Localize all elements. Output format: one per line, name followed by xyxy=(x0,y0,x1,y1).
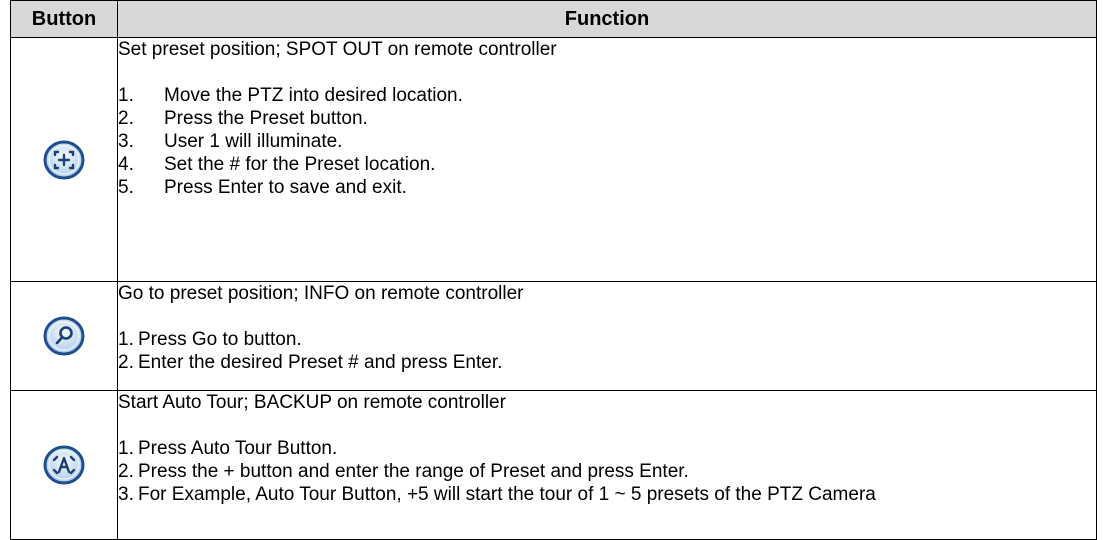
list-item: 2. Enter the desired Preset # and press E… xyxy=(118,352,503,373)
function-cell: Go to preset position; INFO on remote co… xyxy=(117,281,1097,391)
button-cell xyxy=(10,37,118,282)
table-row: Set preset position; SPOT OUT on remote … xyxy=(10,37,1097,282)
document-page: Button Function Set preset position; SPO… xyxy=(0,0,1109,540)
function-description: Start Auto Tour; BACKUP on remote contro… xyxy=(118,392,506,413)
auto-tour-icon xyxy=(42,443,86,487)
header-button: Button xyxy=(10,0,118,38)
function-description: Set preset position; SPOT OUT on remote … xyxy=(118,39,557,60)
list-item: 3. For Example, Auto Tour Button, +5 will… xyxy=(118,484,876,505)
list-item: 3. User 1 will illuminate. xyxy=(118,131,343,152)
list-item: 1. Press Auto Tour Button. xyxy=(118,438,338,459)
preset-goto-icon xyxy=(42,314,86,358)
list-item: 1. Press Go to button. xyxy=(118,329,302,350)
function-cell: Set preset position; SPOT OUT on remote … xyxy=(117,37,1097,282)
list-item: 1. Move the PTZ into desired location. xyxy=(118,85,463,106)
preset-set-icon xyxy=(42,138,86,182)
button-cell xyxy=(10,390,118,540)
steps-list: 1. Move the PTZ into desired location. 2.… xyxy=(118,84,1096,199)
function-cell: Start Auto Tour; BACKUP on remote contro… xyxy=(117,390,1097,540)
steps-list: 1. Press Auto Tour Button. 2. Press the + … xyxy=(118,437,1096,506)
function-description: Go to preset position; INFO on remote co… xyxy=(118,283,524,304)
table-header-row: Button Function xyxy=(10,0,1097,38)
header-function: Function xyxy=(117,0,1097,38)
button-cell xyxy=(10,281,118,391)
list-item: 4. Set the # for the Preset location. xyxy=(118,154,436,175)
button-function-table: Button Function Set preset position; SPO… xyxy=(10,0,1097,540)
steps-list: 1. Press Go to button. 2. Enter the desire… xyxy=(118,328,1096,374)
list-item: 2. Press the Preset button. xyxy=(118,108,368,129)
list-item: 5. Press Enter to save and exit. xyxy=(118,177,407,198)
list-item: 2. Press the + button and enter the range… xyxy=(118,461,689,482)
table-row: Go to preset position; INFO on remote co… xyxy=(10,281,1097,391)
table-row: Start Auto Tour; BACKUP on remote contro… xyxy=(10,390,1097,540)
